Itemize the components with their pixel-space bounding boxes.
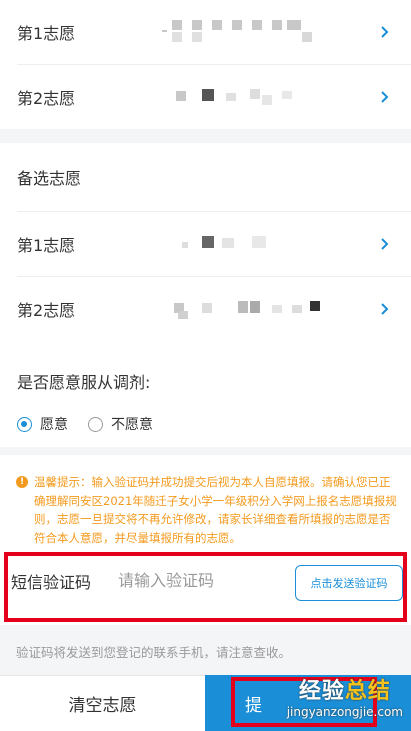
choice-label: 第2志愿 xyxy=(17,89,76,108)
radio-checked-icon[interactable] xyxy=(17,416,32,432)
section-gap xyxy=(0,129,411,143)
chevron-right-icon xyxy=(379,238,391,250)
section-gap xyxy=(0,447,411,455)
warm-tip: ! 温馨提示：输入验证码并成功提交后视为本人自愿填报。请确认您已正确理解同安区2… xyxy=(0,455,411,559)
bottom-action-bar: 清空志愿 提 经验总结 jingyanzongjie.com xyxy=(0,675,411,731)
blurred-school-name xyxy=(162,20,332,44)
sms-code-label: 短信验证码 xyxy=(11,573,92,592)
radio-unwilling[interactable]: 不愿意 xyxy=(88,414,153,434)
send-code-button[interactable]: 点击发送验证码 xyxy=(295,565,403,601)
tip-text: 温馨提示：输入验证码并成功提交后视为本人自愿填报。请确认您已正确理解同安区202… xyxy=(34,475,397,545)
blurred-school-name xyxy=(162,85,332,109)
choice-label: 第1志愿 xyxy=(17,236,76,255)
adjust-question: 是否愿意服从调剂: xyxy=(0,341,411,401)
choice-label: 第2志愿 xyxy=(17,301,76,320)
radio-label: 愿意 xyxy=(40,417,68,433)
info-icon: ! xyxy=(16,476,28,488)
blurred-school-name xyxy=(162,232,332,256)
chevron-right-icon xyxy=(379,303,391,315)
radio-unchecked-icon[interactable] xyxy=(88,416,103,432)
sms-note: 验证码将发送到您登记的联系手机，请注意查收。 xyxy=(0,625,411,675)
clear-choices-button[interactable]: 清空志愿 xyxy=(0,675,205,731)
blurred-school-name xyxy=(162,297,332,321)
choice-label: 第1志愿 xyxy=(17,24,76,43)
adjust-radio-group: 愿意 不愿意 xyxy=(0,401,411,447)
choice-row-2[interactable]: 第2志愿 xyxy=(0,65,411,129)
radio-label: 不愿意 xyxy=(111,417,153,433)
backup-title: 备选志愿 xyxy=(0,143,411,211)
chevron-right-icon xyxy=(379,26,391,38)
submit-button[interactable]: 提 经验总结 jingyanzongjie.com xyxy=(205,675,411,731)
radio-willing[interactable]: 愿意 xyxy=(17,414,68,434)
choices-section: 第1志愿 第2志愿 xyxy=(0,0,411,129)
backup-choice-row-2[interactable]: 第2志愿 xyxy=(0,277,411,341)
sms-code-input[interactable] xyxy=(118,567,278,593)
sms-code-row: 短信验证码 点击发送验证码 xyxy=(0,549,411,625)
choice-row-1[interactable]: 第1志愿 xyxy=(0,0,411,64)
backup-section: 备选志愿 第1志愿 第2志愿 xyxy=(0,143,411,341)
backup-choice-row-1[interactable]: 第1志愿 xyxy=(0,212,411,276)
chevron-right-icon xyxy=(379,91,391,103)
highlight-box xyxy=(231,677,377,727)
